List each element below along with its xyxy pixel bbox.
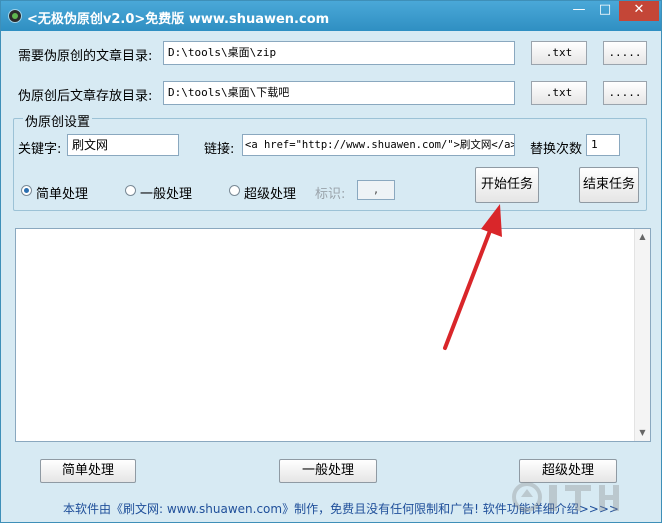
log-scrollbar[interactable]: ▲ ▼ (634, 229, 650, 441)
target-browse-button[interactable]: ..... (603, 81, 647, 105)
maximize-icon[interactable]: □ (593, 1, 617, 21)
source-dir-input[interactable]: D:\tools\桌面\zip (163, 41, 515, 65)
app-window: <无极伪原创v2.0>免费版 www.shuawen.com — □ ✕ 需要伪… (0, 0, 662, 523)
scroll-up-icon[interactable]: ▲ (635, 229, 650, 245)
settings-group-title: 伪原创设置 (23, 111, 93, 130)
target-dir-label: 伪原创后文章存放目录: (18, 89, 153, 104)
keyword-input[interactable]: 刷文网 (67, 134, 179, 156)
scroll-down-icon[interactable]: ▼ (635, 425, 650, 441)
marker-input[interactable]: , (357, 180, 395, 200)
mode-simple-label[interactable]: 简单处理 (36, 183, 88, 202)
window-title: <无极伪原创v2.0>免费版 www.shuawen.com (27, 12, 330, 27)
mode-super-radio[interactable] (229, 185, 240, 196)
start-task-button[interactable]: 开始任务 (475, 167, 539, 203)
minimize-icon[interactable]: — (567, 1, 591, 21)
source-browse-button[interactable]: ..... (603, 41, 647, 65)
replace-count-label: 替换次数 (530, 142, 583, 157)
title-bar[interactable]: <无极伪原创v2.0>免费版 www.shuawen.com — □ ✕ (1, 1, 661, 31)
mode-normal-label[interactable]: 一般处理 (140, 183, 192, 202)
mode-super-label[interactable]: 超级处理 (244, 183, 296, 202)
watermark-logo (512, 482, 619, 512)
simple-process-button[interactable]: 简单处理 (40, 459, 136, 483)
link-label: 链接: (204, 142, 235, 157)
source-dir-label: 需要伪原创的文章目录: (18, 49, 153, 64)
target-dir-input[interactable]: D:\tools\桌面\下载吧 (163, 81, 515, 105)
source-ext-button[interactable]: .txt (531, 41, 587, 65)
mode-normal-radio[interactable] (125, 185, 136, 196)
stop-task-button[interactable]: 结束任务 (579, 167, 639, 203)
marker-label: 标识: (315, 187, 346, 202)
mode-simple-radio[interactable] (21, 185, 32, 196)
target-ext-button[interactable]: .txt (531, 81, 587, 105)
link-input[interactable]: <a href="http://www.shuawen.com/">刷文网</a… (242, 134, 515, 156)
normal-process-button[interactable]: 一般处理 (279, 459, 377, 483)
keyword-label: 关键字: (18, 142, 62, 157)
log-textarea[interactable]: ▲ ▼ (15, 228, 651, 442)
replace-count-input[interactable]: 1 (586, 134, 620, 156)
app-icon (8, 9, 22, 23)
close-icon[interactable]: ✕ (619, 1, 659, 21)
